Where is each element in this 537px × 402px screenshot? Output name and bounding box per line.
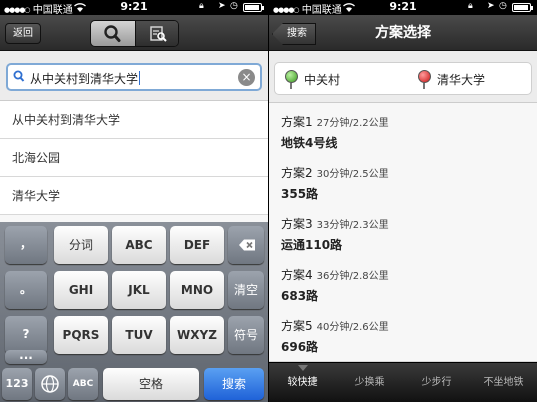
plan-name: 方案4 (281, 268, 313, 282)
key-period[interactable]: 。 (5, 271, 47, 309)
suggestion-item[interactable]: 北海公园 (0, 139, 268, 177)
nav-bar: 返回 (0, 15, 268, 51)
back-button[interactable]: 返回 (5, 23, 41, 44)
search-icon (104, 25, 121, 42)
map-search-icon (150, 26, 167, 42)
key-def[interactable]: DEF (170, 226, 224, 264)
end-location[interactable]: 清华大学 (437, 71, 485, 88)
search-input[interactable]: 从中关村到清华大学 × (6, 63, 262, 91)
key-abc[interactable]: ABC (112, 226, 166, 264)
clock-time: 9:21 (389, 0, 417, 13)
key-comma[interactable]: ， (5, 226, 47, 264)
search-screen: ●●●●○ 中国联通 9:21 🔒︎ ➤ ◷ 返回 从中关村到清华大学 × 从中… (0, 0, 268, 402)
symbol-key[interactable]: 符号 (228, 316, 264, 354)
plan-meta: 33分钟/2.3公里 (316, 220, 389, 231)
route-plan-item[interactable]: 方案1 27分钟/2.2公里 地铁4号线 (269, 103, 537, 157)
plan-line: 地铁4号线 (281, 136, 338, 150)
location-icon: ➤ (487, 1, 495, 11)
endpoints-box: 中关村 清华大学 (274, 62, 532, 95)
clear-icon[interactable]: × (238, 69, 255, 86)
alarm-icon: ◷ (499, 1, 507, 11)
search-mode-button[interactable] (91, 21, 135, 46)
plan-meta: 36分钟/2.8公里 (316, 271, 389, 282)
route-plan-item[interactable]: 方案2 30分钟/2.5公里 355路 (269, 154, 537, 208)
clear-key[interactable]: 清空 (228, 271, 264, 309)
globe-icon (41, 375, 59, 393)
key-pqrs[interactable]: PQRS (54, 316, 108, 354)
route-screen: ●●●●○ 中国联通 9:21 🔒︎ ➤ ◷ 搜索 方案选择 中关村 清华大学 … (269, 0, 537, 402)
plan-name: 方案3 (281, 217, 313, 231)
delete-button[interactable] (228, 226, 264, 264)
search-input-value: 从中关村到清华大学 (30, 71, 141, 86)
route-plan-item[interactable]: 方案3 33分钟/2.3公里 运通110路 (269, 205, 537, 259)
search-key[interactable]: 搜索 (204, 368, 264, 400)
status-bar: ●●●●○ 中国联通 9:21 🔒︎ ➤ ◷ (269, 0, 537, 16)
plan-name: 方案1 (281, 115, 313, 129)
nav-bar: 搜索 方案选择 (269, 15, 537, 51)
route-plan-item[interactable]: 方案4 36分钟/2.8公里 683路 (269, 256, 537, 310)
map-mode-button[interactable] (135, 21, 178, 46)
plan-name: 方案2 (281, 166, 313, 180)
plan-name: 方案5 (281, 319, 313, 333)
tab-bar: 较快捷 少换乘 少步行 不坐地铁 (269, 362, 537, 402)
plan-line: 运通110路 (281, 238, 343, 252)
suggestion-item[interactable]: 清华大学 (0, 177, 268, 215)
plan-line: 696路 (281, 340, 319, 354)
plan-line: 683路 (281, 289, 319, 303)
plan-meta: 30分钟/2.5公里 (316, 169, 389, 180)
abc-key[interactable]: ABC (68, 368, 98, 400)
orientation-lock-icon: 🔒︎ (199, 1, 204, 11)
end-pin-icon (418, 70, 431, 89)
backspace-icon (239, 239, 255, 251)
start-pin-icon (285, 70, 298, 89)
text-cursor (139, 71, 141, 85)
status-bar: ●●●●○ 中国联通 9:21 🔒︎ ➤ ◷ (0, 0, 268, 16)
plan-meta: 27分钟/2.2公里 (316, 118, 389, 129)
key-tuv[interactable]: TUV (112, 316, 166, 354)
plan-line: 355路 (281, 187, 319, 201)
search-icon (13, 70, 25, 82)
tab-fastest[interactable]: 较快捷 (269, 363, 336, 402)
alarm-icon: ◷ (230, 1, 238, 11)
tab-less-walking[interactable]: 少步行 (403, 363, 470, 402)
mode-segmented-control (90, 20, 179, 47)
key-mno[interactable]: MNO (170, 271, 224, 309)
keyboard: ， 分词 ABC DEF 。 GHI JKL MNO 清空 ? PQRS TUV… (0, 222, 268, 402)
key-jkl[interactable]: JKL (112, 271, 166, 309)
route-plan-item[interactable]: 方案5 40分钟/2.6公里 696路 (269, 307, 537, 362)
location-icon: ➤ (218, 1, 226, 11)
key-ellipsis[interactable]: ... (5, 349, 47, 364)
key-ghi[interactable]: GHI (54, 271, 108, 309)
key-wxyz[interactable]: WXYZ (170, 316, 224, 354)
suggestion-item[interactable]: 从中关村到清华大学 (0, 101, 268, 139)
page-title: 方案选择 (375, 25, 431, 41)
key-fenci[interactable]: 分词 (54, 226, 108, 264)
tab-no-subway[interactable]: 不坐地铁 (470, 363, 537, 402)
clock-time: 9:21 (120, 0, 148, 13)
orientation-lock-icon: 🔒︎ (468, 1, 473, 11)
plan-meta: 40分钟/2.6公里 (316, 322, 389, 333)
tab-fewer-transfers[interactable]: 少换乘 (336, 363, 403, 402)
space-key[interactable]: 空格 (103, 368, 199, 400)
battery-icon (243, 3, 264, 12)
search-bar: 从中关村到清华大学 × (0, 51, 268, 101)
route-endpoints: 中关村 清华大学 (269, 51, 537, 103)
battery-icon (512, 3, 533, 12)
number-key[interactable]: 123 (2, 368, 32, 400)
start-location[interactable]: 中关村 (304, 71, 340, 88)
globe-button[interactable] (35, 368, 65, 400)
